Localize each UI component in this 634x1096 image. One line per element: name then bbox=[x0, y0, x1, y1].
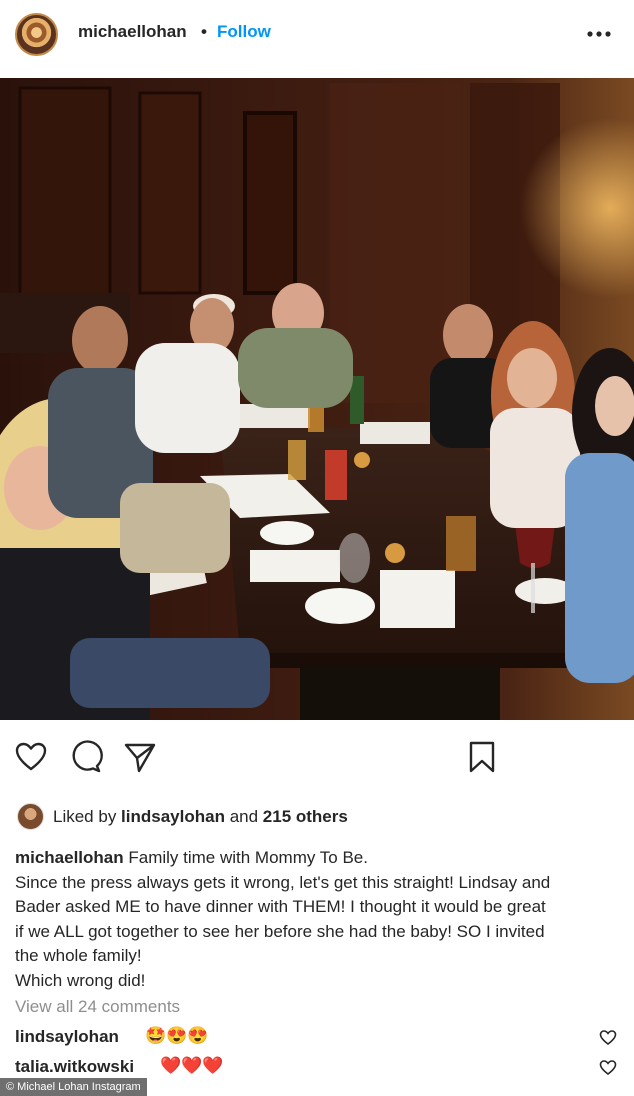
caption-line-6: Which wrong did! bbox=[15, 970, 146, 990]
send-icon[interactable] bbox=[123, 740, 157, 774]
likes-summary[interactable]: Liked by lindsaylohan and 215 others bbox=[17, 802, 617, 832]
follow-button[interactable]: Follow bbox=[217, 22, 271, 42]
comment-like-heart-icon[interactable] bbox=[599, 1029, 617, 1046]
likes-text: Liked by lindsaylohan and 215 others bbox=[53, 807, 348, 827]
comment-like-heart-icon[interactable] bbox=[599, 1059, 617, 1076]
more-horizontal-icon[interactable] bbox=[585, 24, 613, 44]
caption-line-5: the whole family! bbox=[15, 946, 142, 966]
view-all-comments-link[interactable]: View all 24 comments bbox=[15, 997, 180, 1017]
heart-icon[interactable] bbox=[14, 740, 48, 774]
group-dinner-photo[interactable] bbox=[0, 78, 634, 720]
likes-count[interactable]: 215 others bbox=[263, 807, 348, 826]
likes-prefix: Liked by bbox=[53, 807, 122, 826]
comment-username[interactable]: lindsaylohan bbox=[15, 1027, 119, 1047]
bookmark-icon[interactable] bbox=[465, 740, 499, 774]
post-header: michaellohan • Follow bbox=[0, 0, 634, 74]
comment-row: lindsaylohan 🤩😍😍 bbox=[15, 1025, 620, 1051]
caption-username[interactable]: michaellohan bbox=[15, 848, 124, 867]
comment-icon[interactable] bbox=[69, 740, 103, 774]
comment-emoji: ❤️❤️❤️ bbox=[160, 1056, 224, 1075]
caption-line-3: Bader asked ME to have dinner with THEM!… bbox=[15, 897, 546, 917]
caption-text: Family time with Mommy To Be. bbox=[123, 848, 368, 867]
post-username[interactable]: michaellohan bbox=[78, 22, 187, 42]
comment-username[interactable]: talia.witkowski bbox=[15, 1057, 134, 1077]
photo-illustration bbox=[0, 78, 634, 720]
caption-line-2: Since the press always gets it wrong, le… bbox=[15, 872, 551, 892]
caption-line-4: if we ALL got together to see her before… bbox=[15, 921, 545, 941]
action-bar bbox=[0, 740, 634, 784]
post-caption: michaellohan Family time with Mommy To B… bbox=[15, 846, 620, 994]
profile-avatar[interactable] bbox=[15, 13, 58, 56]
liker-avatar bbox=[17, 803, 44, 830]
photo-credit: © Michael Lohan Instagram bbox=[0, 1078, 147, 1096]
likes-middle: and bbox=[224, 807, 263, 826]
comment-emoji: 🤩😍😍 bbox=[145, 1026, 209, 1045]
separator-dot: • bbox=[201, 22, 207, 41]
likes-user[interactable]: lindsaylohan bbox=[121, 807, 225, 826]
caption-line-1: michaellohan Family time with Mommy To B… bbox=[15, 846, 620, 871]
